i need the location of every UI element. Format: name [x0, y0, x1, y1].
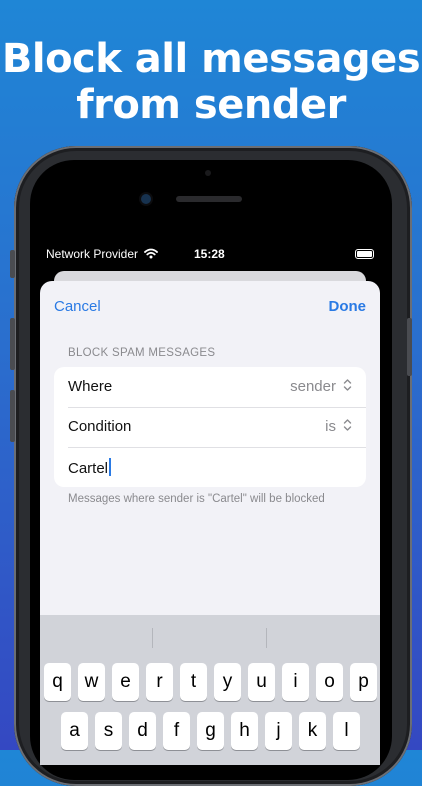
carrier-label: Network Provider: [46, 247, 139, 261]
key-g[interactable]: g: [197, 712, 224, 750]
key-s[interactable]: s: [95, 712, 122, 750]
phone-side-button: [10, 250, 15, 278]
phone-volume-down: [10, 390, 15, 442]
where-value: sender: [290, 378, 336, 395]
key-o[interactable]: o: [316, 663, 343, 701]
rule-description: Messages where sender is "Cartel" will b…: [68, 493, 325, 505]
headline-line-2: from sender: [76, 82, 346, 128]
front-camera: [141, 194, 151, 204]
phone-volume-up: [10, 318, 15, 370]
key-e[interactable]: e: [112, 663, 139, 701]
rule-form-card: Where sender Condition is Cartel: [54, 367, 366, 487]
text-cursor: [109, 458, 112, 476]
phone-power-button: [407, 318, 412, 376]
where-label: Where: [68, 378, 113, 395]
key-k[interactable]: k: [299, 712, 326, 750]
done-button[interactable]: Done: [329, 298, 367, 315]
key-j[interactable]: j: [265, 712, 292, 750]
condition-value: is: [325, 418, 336, 435]
key-r[interactable]: r: [146, 663, 173, 701]
key-f[interactable]: f: [163, 712, 190, 750]
key-h[interactable]: h: [231, 712, 258, 750]
status-carrier: Network Provider: [46, 247, 159, 261]
key-w[interactable]: w: [78, 663, 105, 701]
status-time: 15:28: [194, 247, 225, 261]
where-row[interactable]: Where sender: [54, 367, 366, 407]
key-a[interactable]: a: [61, 712, 88, 750]
earpiece-speaker: [176, 196, 242, 202]
key-i[interactable]: i: [282, 663, 309, 701]
key-p[interactable]: p: [350, 663, 377, 701]
suggestion-divider: [266, 628, 267, 648]
proximity-sensor: [205, 170, 211, 176]
sender-text-field[interactable]: Cartel: [54, 447, 366, 487]
key-u[interactable]: u: [248, 663, 275, 701]
key-t[interactable]: t: [180, 663, 207, 701]
text-field-content: Cartel: [68, 458, 112, 477]
headline-line-1: Block all messages: [1, 36, 421, 82]
wifi-icon: [144, 248, 159, 259]
condition-label: Condition: [68, 418, 132, 435]
sender-text-value: Cartel: [68, 460, 109, 477]
key-q[interactable]: q: [44, 663, 71, 701]
up-down-chevron-icon: [343, 418, 352, 436]
battery-icon: [355, 249, 374, 259]
condition-row[interactable]: Condition is: [54, 407, 366, 447]
key-l[interactable]: l: [333, 712, 360, 750]
up-down-chevron-icon: [343, 378, 352, 396]
key-d[interactable]: d: [129, 712, 156, 750]
suggestion-divider: [152, 628, 153, 648]
cancel-button[interactable]: Cancel: [54, 298, 101, 315]
section-header: BLOCK SPAM MESSAGES: [68, 347, 216, 359]
promo-headline: Block all messages from sender: [0, 36, 422, 128]
key-y[interactable]: y: [214, 663, 241, 701]
